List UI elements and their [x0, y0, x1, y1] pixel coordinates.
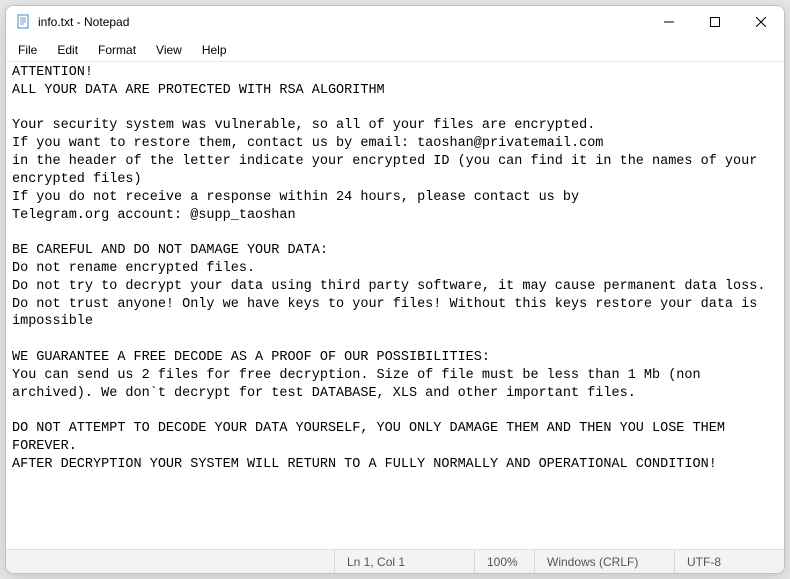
menu-help[interactable]: Help	[192, 40, 237, 60]
notepad-icon	[16, 14, 32, 30]
menubar: File Edit Format View Help	[6, 38, 784, 62]
minimize-button[interactable]	[646, 6, 692, 38]
status-encoding: UTF-8	[674, 550, 784, 573]
status-cursor-position: Ln 1, Col 1	[334, 550, 474, 573]
maximize-button[interactable]	[692, 6, 738, 38]
maximize-icon	[710, 17, 720, 27]
status-blank	[6, 550, 176, 573]
statusbar: Ln 1, Col 1 100% Windows (CRLF) UTF-8	[6, 549, 784, 573]
minimize-icon	[664, 17, 674, 27]
text-editor-area[interactable]: ATTENTION! ALL YOUR DATA ARE PROTECTED W…	[6, 62, 784, 549]
status-zoom-level: 100%	[474, 550, 534, 573]
menu-view[interactable]: View	[146, 40, 192, 60]
window-title: info.txt - Notepad	[38, 15, 646, 29]
menu-file[interactable]: File	[8, 40, 47, 60]
close-icon	[756, 17, 766, 27]
close-button[interactable]	[738, 6, 784, 38]
menu-format[interactable]: Format	[88, 40, 146, 60]
titlebar[interactable]: info.txt - Notepad	[6, 6, 784, 38]
menu-edit[interactable]: Edit	[47, 40, 88, 60]
window-controls	[646, 6, 784, 38]
notepad-window: info.txt - Notepad File Edit Format View…	[5, 5, 785, 574]
status-line-endings: Windows (CRLF)	[534, 550, 674, 573]
